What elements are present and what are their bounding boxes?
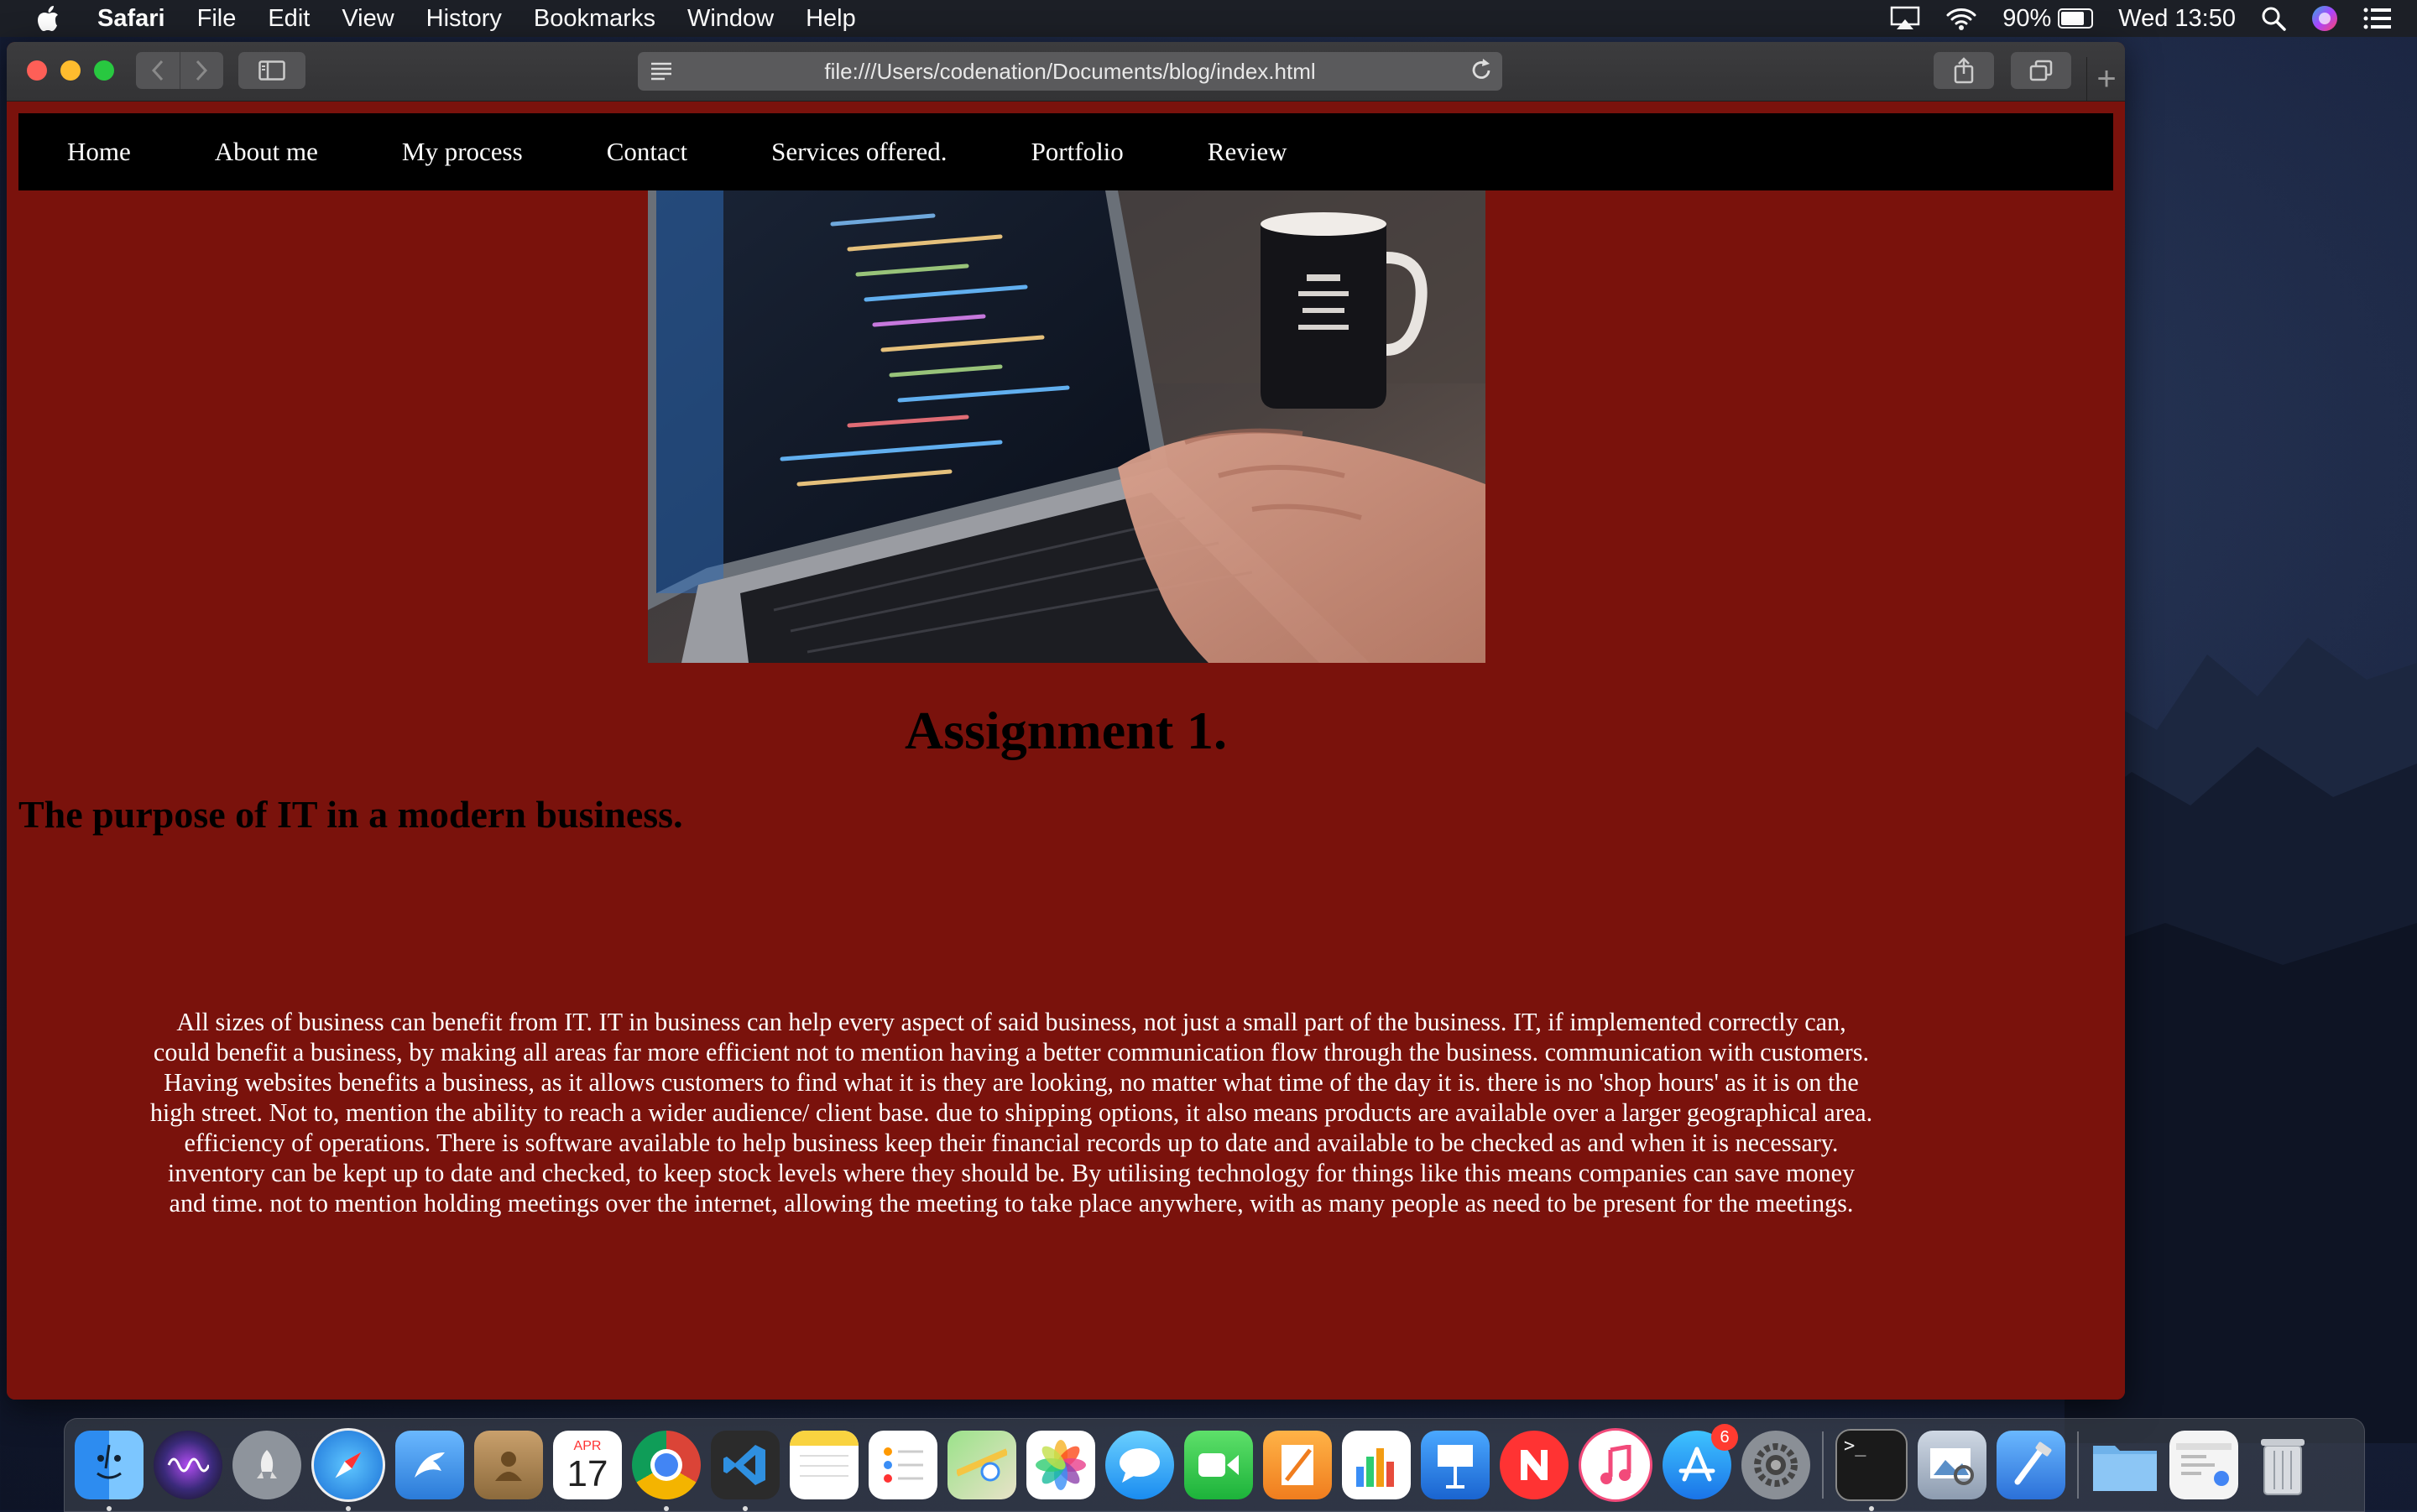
sidebar-toggle-button[interactable] <box>238 52 305 89</box>
downloads-folder-icon[interactable] <box>2091 1431 2159 1499</box>
menubar-status-area: 90% Wed 13:50 <box>1890 0 2392 37</box>
spotlight-search-icon[interactable] <box>2261 6 2286 31</box>
menu-help[interactable]: Help <box>806 5 856 33</box>
share-icon <box>1954 57 1974 84</box>
nav-link-services[interactable]: Services offered. <box>771 137 947 167</box>
url-text: file:///Users/codenation/Documents/blog/… <box>824 58 1316 84</box>
app-store-badge: 6 <box>1711 1424 1738 1451</box>
preview-icon[interactable] <box>1918 1431 1986 1499</box>
menu-bookmarks[interactable]: Bookmarks <box>534 5 655 33</box>
nav-link-home[interactable]: Home <box>67 137 131 167</box>
sidebar-icon <box>258 60 285 81</box>
menu-file[interactable]: File <box>197 5 237 33</box>
fullscreen-window-button[interactable] <box>94 60 114 81</box>
nav-link-contact[interactable]: Contact <box>607 137 687 167</box>
nav-link-my-process[interactable]: My process <box>402 137 523 167</box>
vscode-icon[interactable] <box>711 1431 780 1511</box>
minimize-window-button[interactable] <box>60 60 81 81</box>
nav-link-review[interactable]: Review <box>1208 137 1287 167</box>
menu-window[interactable]: Window <box>687 5 774 33</box>
apple-icon[interactable] <box>30 0 65 37</box>
plus-icon: + <box>2096 60 2117 97</box>
terminal-icon[interactable]: >_ <box>1835 1429 1908 1511</box>
news-icon[interactable] <box>1500 1431 1569 1499</box>
maps-icon[interactable] <box>947 1431 1016 1499</box>
contacts-icon[interactable] <box>474 1431 543 1499</box>
article-body: All sizes of business can benefit from I… <box>149 1008 1873 1217</box>
menubar-clock[interactable]: Wed 13:50 <box>2118 5 2236 33</box>
photos-icon[interactable] <box>1026 1431 1095 1499</box>
notes-icon[interactable] <box>790 1431 859 1499</box>
chevron-right-icon <box>196 60 208 81</box>
dock-separator-2 <box>2077 1431 2079 1499</box>
safari-window: file:///Users/codenation/Documents/blog/… <box>7 42 2125 1400</box>
recent-window-icon[interactable] <box>2169 1431 2238 1499</box>
back-button[interactable] <box>136 52 180 89</box>
web-page: Home About me My process Contact Service… <box>7 102 2125 1400</box>
tab-overview-icon <box>2029 60 2053 81</box>
airplay-icon[interactable] <box>1890 6 1920 31</box>
music-icon[interactable] <box>1579 1428 1652 1502</box>
menu-app-name[interactable]: Safari <box>97 5 165 33</box>
launchpad-icon[interactable] <box>232 1431 301 1499</box>
reload-icon[interactable] <box>1470 58 1492 88</box>
menu-view[interactable]: View <box>342 5 394 33</box>
finder-icon[interactable] <box>75 1431 144 1511</box>
trash-icon[interactable] <box>2248 1431 2317 1499</box>
menu-history[interactable]: History <box>426 5 502 33</box>
battery-icon <box>2058 8 2094 29</box>
numbers-icon[interactable] <box>1342 1431 1411 1499</box>
back-forward-group <box>136 52 223 89</box>
facetime-icon[interactable] <box>1184 1431 1253 1499</box>
app-store-icon[interactable]: 6 <box>1663 1424 1738 1499</box>
xcode-icon[interactable] <box>1997 1431 2065 1499</box>
share-button[interactable] <box>1934 52 1994 89</box>
system-preferences-icon[interactable] <box>1741 1431 1810 1499</box>
dock-separator <box>1822 1431 1824 1499</box>
hero-image-laptop <box>648 190 1485 663</box>
new-tab-button[interactable]: + <box>2086 57 2125 101</box>
calendar-day: 17 <box>566 1453 608 1494</box>
forward-button[interactable] <box>180 52 223 89</box>
siri-icon[interactable] <box>154 1431 222 1499</box>
address-bar[interactable]: file:///Users/codenation/Documents/blog/… <box>638 52 1502 91</box>
reminders-icon[interactable] <box>869 1431 937 1499</box>
menu-edit[interactable]: Edit <box>268 5 310 33</box>
pages-icon[interactable] <box>1263 1431 1332 1499</box>
site-navbar: Home About me My process Contact Service… <box>18 113 2113 190</box>
nav-link-about-me[interactable]: About me <box>215 137 318 167</box>
chevron-left-icon <box>151 60 163 81</box>
page-subtitle: The purpose of IT in a modern business. <box>18 793 683 836</box>
siri-menubar-icon[interactable] <box>2311 5 2338 32</box>
nav-link-portfolio[interactable]: Portfolio <box>1031 137 1124 167</box>
keynote-icon[interactable] <box>1421 1431 1490 1499</box>
macos-menubar: Safari File Edit View History Bookmarks … <box>0 0 2417 37</box>
messages-icon[interactable] <box>1105 1431 1174 1499</box>
safari-icon[interactable] <box>311 1428 385 1511</box>
close-window-button[interactable] <box>27 60 47 81</box>
calendar-icon[interactable]: APR 17 <box>553 1431 622 1499</box>
safari-toolbar: file:///Users/codenation/Documents/blog/… <box>7 42 2125 102</box>
mail-icon[interactable] <box>395 1431 464 1499</box>
tab-overview-button[interactable] <box>2011 52 2071 89</box>
chrome-icon[interactable] <box>632 1431 701 1511</box>
battery-status[interactable]: 90% <box>2002 4 2094 33</box>
macos-dock: APR 17 6 >_ <box>64 1418 2365 1512</box>
wifi-icon[interactable] <box>1945 6 1977 31</box>
calendar-month: APR <box>573 1439 602 1453</box>
notification-center-icon[interactable] <box>2363 7 2392 30</box>
reader-view-icon[interactable] <box>650 60 673 86</box>
page-title: Assignment 1. <box>904 701 1228 760</box>
battery-percentage: 90% <box>2002 4 2052 32</box>
